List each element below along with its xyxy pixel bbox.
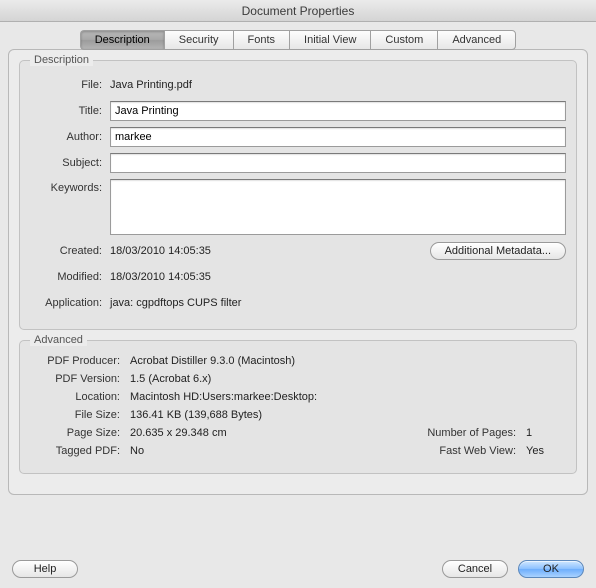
pagesize-label: Page Size:: [30, 427, 130, 439]
created-label: Created:: [30, 245, 110, 257]
numpages-label: Number of Pages:: [396, 427, 526, 439]
version-label: PDF Version:: [30, 373, 130, 385]
description-group: Description File: Java Printing.pdf Titl…: [19, 60, 577, 330]
content-panel: Description File: Java Printing.pdf Titl…: [8, 49, 588, 495]
advanced-group: Advanced PDF Producer: Acrobat Distiller…: [19, 340, 577, 474]
version-value: 1.5 (Acrobat 6.x): [130, 373, 566, 385]
description-legend: Description: [30, 54, 93, 66]
file-value: Java Printing.pdf: [110, 79, 566, 91]
keywords-field[interactable]: [110, 179, 566, 235]
modified-value: 18/03/2010 14:05:35: [110, 271, 566, 283]
created-value: 18/03/2010 14:05:35: [110, 245, 430, 257]
producer-value: Acrobat Distiller 9.3.0 (Macintosh): [130, 355, 566, 367]
location-label: Location:: [30, 391, 130, 403]
help-button[interactable]: Help: [12, 560, 78, 578]
keywords-label: Keywords:: [30, 179, 110, 194]
title-label: Title:: [30, 105, 110, 117]
file-label: File:: [30, 79, 110, 91]
fastweb-label: Fast Web View:: [396, 445, 526, 457]
subject-label: Subject:: [30, 157, 110, 169]
title-field[interactable]: [110, 101, 566, 121]
advanced-legend: Advanced: [30, 334, 87, 346]
pagesize-value: 20.635 x 29.348 cm: [130, 427, 396, 439]
numpages-value: 1: [526, 427, 566, 439]
filesize-label: File Size:: [30, 409, 130, 421]
cancel-button[interactable]: Cancel: [442, 560, 508, 578]
tagged-label: Tagged PDF:: [30, 445, 130, 457]
location-value: Macintosh HD:Users:markee:Desktop:: [130, 391, 566, 403]
footer: Help Cancel OK: [12, 560, 584, 578]
window-title: Document Properties: [0, 0, 596, 22]
filesize-value: 136.41 KB (139,688 Bytes): [130, 409, 566, 421]
tab-fonts[interactable]: Fonts: [233, 30, 290, 50]
modified-label: Modified:: [30, 271, 110, 283]
tab-initial-view[interactable]: Initial View: [289, 30, 370, 50]
tab-custom[interactable]: Custom: [370, 30, 437, 50]
additional-metadata-button[interactable]: Additional Metadata...: [430, 242, 566, 260]
application-value: java: cgpdftops CUPS filter: [110, 297, 566, 309]
tab-bar: Description Security Fonts Initial View …: [8, 30, 588, 50]
tab-description[interactable]: Description: [80, 30, 164, 50]
author-field[interactable]: [110, 127, 566, 147]
ok-button[interactable]: OK: [518, 560, 584, 578]
fastweb-value: Yes: [526, 445, 566, 457]
subject-field[interactable]: [110, 153, 566, 173]
author-label: Author:: [30, 131, 110, 143]
application-label: Application:: [30, 297, 110, 309]
producer-label: PDF Producer:: [30, 355, 130, 367]
tagged-value: No: [130, 445, 396, 457]
tab-advanced[interactable]: Advanced: [437, 30, 516, 50]
tab-security[interactable]: Security: [164, 30, 233, 50]
